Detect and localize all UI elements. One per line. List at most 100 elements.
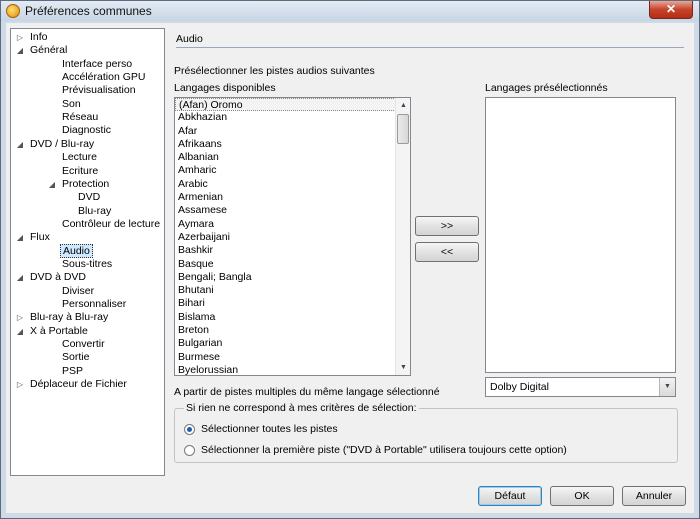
expand-icon[interactable]: ▷	[16, 378, 24, 391]
app-icon	[6, 4, 20, 18]
title-bar[interactable]: Préférences communes ✕	[1, 1, 699, 21]
list-item[interactable]: Bashkir	[175, 244, 410, 257]
tree-item-label: Contrôleur de lecture	[62, 217, 161, 230]
preselected-languages-label: Langages présélectionnés	[485, 82, 608, 94]
available-languages-list[interactable]: (Afan) Oromo Abkhazian Afar Afrikaans Albani…	[174, 97, 411, 376]
chevron-down-icon[interactable]: ▼	[659, 378, 675, 396]
list-scrollbar[interactable]: ▲ ▼	[395, 98, 410, 375]
scroll-up-icon[interactable]: ▲	[396, 98, 410, 113]
radio-label: Sélectionner la première piste ("DVD à P…	[201, 444, 567, 456]
tree-item[interactable]: PSP	[60, 365, 85, 378]
collapse-icon[interactable]: ◢	[16, 231, 24, 244]
preferences-window: Préférences communes ✕ ▷ Info ◢ Général Inte…	[0, 0, 700, 519]
list-item[interactable]: (Afan) Oromo	[175, 98, 410, 112]
dialog-client: ▷ Info ◢ Général Interface perso Accélération…	[6, 23, 694, 513]
list-item[interactable]: Bulgarian	[175, 337, 410, 350]
list-item[interactable]: Afar	[175, 125, 410, 138]
add-language-button[interactable]: >>	[415, 216, 479, 236]
collapse-icon[interactable]: ◢	[16, 138, 24, 151]
tree-item[interactable]: ▷ Blu-ray à Blu-ray	[17, 311, 110, 324]
list-item[interactable]: Abkhazian	[175, 111, 410, 124]
list-item[interactable]: Aymara	[175, 218, 410, 231]
tree-item[interactable]: Lecture	[60, 151, 99, 164]
expand-icon[interactable]: ▷	[16, 311, 24, 324]
tree-item[interactable]: Sous-titres	[60, 258, 114, 271]
tree-item[interactable]: Convertir	[60, 338, 107, 351]
tree-item-label: Sortie	[62, 351, 90, 364]
tree-item-label: Interface perso	[62, 57, 133, 70]
tree-item-label: Convertir	[62, 338, 105, 351]
list-item[interactable]: Armenian	[175, 191, 410, 204]
default-button[interactable]: Défaut	[478, 486, 542, 506]
tree-item[interactable]: Accélération GPU	[60, 71, 147, 84]
audio-format-select[interactable]: Dolby Digital ▼	[485, 377, 676, 397]
remove-language-button[interactable]: <<	[415, 242, 479, 262]
tree-item-label: Diviser	[62, 284, 95, 297]
preselected-languages-list[interactable]	[485, 97, 676, 373]
tree-item[interactable]: ◢ X à Portable	[17, 324, 90, 338]
tree-item[interactable]: Audio	[60, 243, 93, 258]
tree-item[interactable]: ◢ Protection	[49, 178, 111, 191]
list-item[interactable]: Bhutani	[175, 284, 410, 297]
tree-item-label: Prévisualisation	[62, 84, 136, 97]
collapse-icon[interactable]: ◢	[48, 178, 56, 191]
tree-item[interactable]: Réseau	[60, 111, 100, 124]
tree-item-label: Blu-ray à Blu-ray	[30, 311, 109, 324]
tree-item[interactable]: ◢ DVD à DVD	[17, 271, 88, 284]
tree-item-label: DVD à DVD	[30, 271, 87, 284]
tree-item[interactable]: ◢ DVD / Blu-ray	[17, 138, 96, 151]
list-item[interactable]: Azerbaijani	[175, 231, 410, 244]
tree-item[interactable]: Personnaliser	[60, 298, 128, 311]
scroll-thumb[interactable]	[397, 114, 409, 144]
cancel-button[interactable]: Annuler	[622, 486, 686, 506]
collapse-icon[interactable]: ◢	[16, 325, 24, 338]
audio-format-value: Dolby Digital	[490, 381, 549, 393]
tree-item[interactable]: Sortie	[60, 351, 91, 364]
section-divider	[176, 47, 684, 48]
radio-label: Sélectionner toutes les pistes	[201, 423, 338, 435]
list-item[interactable]: Amharic	[175, 164, 410, 177]
tree-item[interactable]: Ecriture	[60, 165, 100, 178]
tree-item-label: Info	[30, 31, 48, 43]
tree-item[interactable]: Son	[60, 98, 83, 111]
list-item[interactable]: Assamese	[175, 204, 410, 217]
close-button[interactable]: ✕	[649, 1, 693, 19]
list-item[interactable]: Albanian	[175, 151, 410, 164]
tree-item-label: Diagnostic	[62, 124, 112, 137]
tree-item[interactable]: Prévisualisation	[60, 84, 138, 97]
tree-item-label: X à Portable	[30, 324, 88, 337]
collapse-icon[interactable]: ◢	[16, 44, 24, 57]
tree-item[interactable]: ◢ Flux	[17, 231, 52, 244]
tree-item[interactable]: ◢ Général	[17, 44, 69, 57]
collapse-icon[interactable]: ◢	[16, 271, 24, 284]
scroll-down-icon[interactable]: ▼	[396, 360, 410, 375]
tree-item[interactable]: ▷ Info	[17, 31, 50, 44]
list-item[interactable]: Byelorussian	[175, 364, 410, 375]
tree-item-label: Audio	[60, 243, 93, 258]
list-item[interactable]: Basque	[175, 258, 410, 271]
tree-item-label: Déplaceur de Fichier	[30, 378, 127, 391]
list-item[interactable]: Burmese	[175, 351, 410, 364]
tree-item-label: Ecriture	[62, 164, 99, 177]
radio-button[interactable]	[184, 445, 195, 456]
ok-button[interactable]: OK	[550, 486, 614, 506]
tree-item[interactable]: DVD	[76, 191, 102, 204]
list-item[interactable]: Bengali; Bangla	[175, 271, 410, 284]
tree-item[interactable]: Diviser	[60, 285, 96, 298]
list-item[interactable]: Bislama	[175, 311, 410, 324]
list-item[interactable]: Arabic	[175, 178, 410, 191]
radio-button[interactable]	[184, 424, 195, 435]
tree-item-label: Flux	[30, 231, 50, 244]
tree-item[interactable]: Contrôleur de lecture	[60, 218, 162, 231]
expand-icon[interactable]: ▷	[16, 31, 24, 44]
tree-item[interactable]: Diagnostic	[60, 124, 113, 137]
list-item[interactable]: Bihari	[175, 297, 410, 310]
tree-item[interactable]: ▷ Déplaceur de Fichier	[17, 378, 129, 391]
list-item[interactable]: Afrikaans	[175, 138, 410, 151]
settings-tree[interactable]: ▷ Info ◢ Général Interface perso Accélération…	[10, 28, 165, 476]
list-item[interactable]: Breton	[175, 324, 410, 337]
tree-item-label: Blu-ray	[78, 204, 112, 217]
tree-item-label: Réseau	[62, 111, 99, 124]
tree-item[interactable]: Interface perso	[60, 58, 134, 71]
tree-item[interactable]: Blu-ray	[76, 205, 113, 218]
